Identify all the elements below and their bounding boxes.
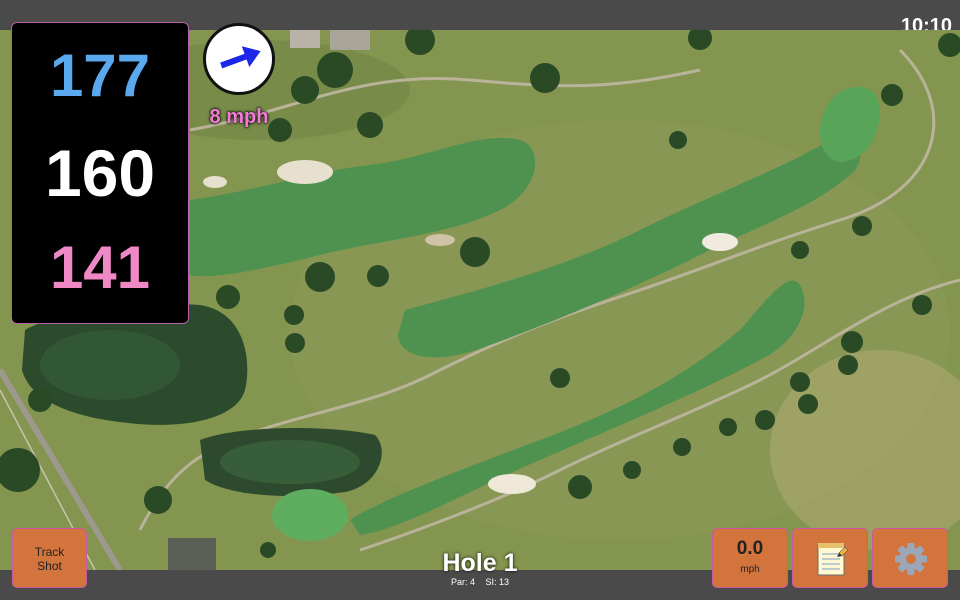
speed-button[interactable]: 0.0 mph xyxy=(712,528,788,588)
track-shot-label-line2: Shot xyxy=(37,559,62,573)
hole-par: Par: 4 xyxy=(450,577,475,587)
center-distance: 160 xyxy=(44,136,156,210)
track-shot-label-line1: Track xyxy=(34,545,65,559)
arrow-right-icon xyxy=(220,46,261,69)
wind-speed-label: 8 mph xyxy=(209,106,269,128)
settings-button[interactable] xyxy=(872,528,948,588)
gear-icon xyxy=(895,543,927,575)
hole-stroke-index: SI: 13 xyxy=(485,577,510,587)
speed-unit: mph xyxy=(740,564,760,575)
track-shot-button[interactable]: Track Shot xyxy=(12,528,87,588)
front-distance: 141 xyxy=(49,234,151,301)
distance-panel: 177 160 141 xyxy=(11,22,189,324)
speed-value: 0.0 xyxy=(736,538,764,559)
notes-button[interactable] xyxy=(792,528,868,588)
hole-info: Par: 4 SI: 13 xyxy=(380,577,580,587)
hole-title: Hole 1 xyxy=(442,549,518,577)
notepad-icon xyxy=(817,543,849,576)
wind-indicator xyxy=(203,23,275,95)
back-distance: 177 xyxy=(49,42,151,109)
